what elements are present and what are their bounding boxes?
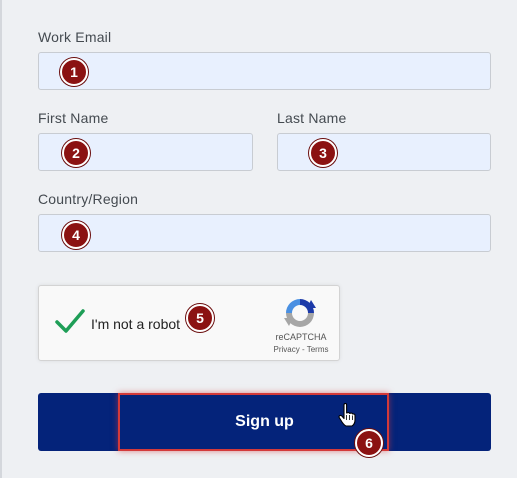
recaptcha-logo-icon — [284, 299, 316, 327]
step-marker-3: 3 — [309, 139, 337, 167]
country-region-label: Country/Region — [38, 191, 139, 207]
step-marker-2: 2 — [62, 139, 90, 167]
captcha-label: I'm not a robot — [91, 316, 181, 332]
recaptcha-brand-text: reCAPTCHA — [275, 332, 327, 342]
work-email-field[interactable] — [38, 52, 491, 90]
recaptcha-privacy-terms-link[interactable]: Privacy - Terms — [261, 345, 341, 354]
country-region-field[interactable] — [38, 214, 491, 252]
step-marker-5: 5 — [186, 304, 214, 332]
check-icon[interactable] — [55, 308, 85, 334]
signup-form-panel: Work Email 1 First Name 2 Last Name 3 Co… — [0, 0, 517, 478]
step-marker-6: 6 — [355, 429, 383, 457]
last-name-label: Last Name — [277, 110, 347, 126]
work-email-label: Work Email — [38, 29, 112, 45]
step-marker-4: 4 — [62, 221, 90, 249]
step-marker-1: 1 — [60, 58, 88, 86]
first-name-label: First Name — [38, 110, 109, 126]
hand-cursor-icon — [338, 403, 356, 427]
